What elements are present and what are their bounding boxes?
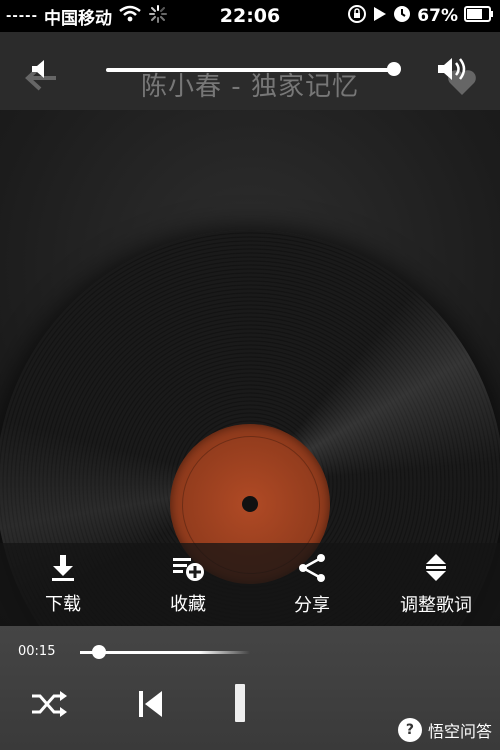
action-bar: 下载 收藏 分享 调整歌词 <box>0 543 500 626</box>
volume-high-icon <box>436 56 470 82</box>
shuffle-icon <box>30 690 68 722</box>
battery-icon <box>464 5 494 27</box>
download-icon <box>50 554 76 586</box>
shuffle-button[interactable] <box>24 684 74 728</box>
alarm-icon <box>393 5 411 28</box>
volume-slider-track[interactable] <box>106 68 396 72</box>
share-button[interactable]: 分享 <box>272 543 352 626</box>
watermark-text: 悟空问答 <box>427 722 492 741</box>
download-label: 下载 <box>45 593 81 615</box>
skip-previous-icon <box>136 689 164 723</box>
share-label: 分享 <box>294 594 330 616</box>
now-playing-header: 陈小春 - 独家记忆 <box>0 32 500 110</box>
battery-percent: 67% <box>417 6 458 26</box>
player-controls: 00:15 ? 悟空问答 <box>0 626 500 750</box>
watermark: ? 悟空问答 <box>397 718 492 742</box>
wifi-icon <box>118 5 142 28</box>
record-spindle-hole <box>242 496 258 512</box>
volume-slider-knob[interactable] <box>387 62 401 76</box>
status-time: 22:06 <box>219 5 281 27</box>
favorite-button[interactable]: 收藏 <box>143 543 233 626</box>
pause-icon <box>233 683 247 727</box>
loading-spinner-icon <box>148 4 168 29</box>
carrier-name: 中国移动 <box>43 8 112 29</box>
favorite-label: 收藏 <box>170 593 206 615</box>
rotation-lock-icon <box>347 4 367 29</box>
play-status-icon <box>373 6 387 27</box>
playlist-add-icon <box>171 554 205 586</box>
wukong-logo: ? <box>397 718 422 742</box>
adjust-lyrics-button[interactable]: 调整歌词 <box>388 543 484 626</box>
pause-button[interactable] <box>222 680 258 730</box>
updown-icon <box>424 553 448 587</box>
status-bar: ----- 中国移动 22:06 67% <box>0 0 500 32</box>
progress-bar-knob[interactable] <box>92 645 106 659</box>
adjust-lyrics-label: 调整歌词 <box>400 594 472 616</box>
signal-strength: ----- <box>6 8 38 24</box>
download-button[interactable]: 下载 <box>20 543 106 626</box>
share-icon <box>297 553 327 587</box>
elapsed-time: 00:15 <box>18 644 56 659</box>
previous-button[interactable] <box>128 684 172 728</box>
